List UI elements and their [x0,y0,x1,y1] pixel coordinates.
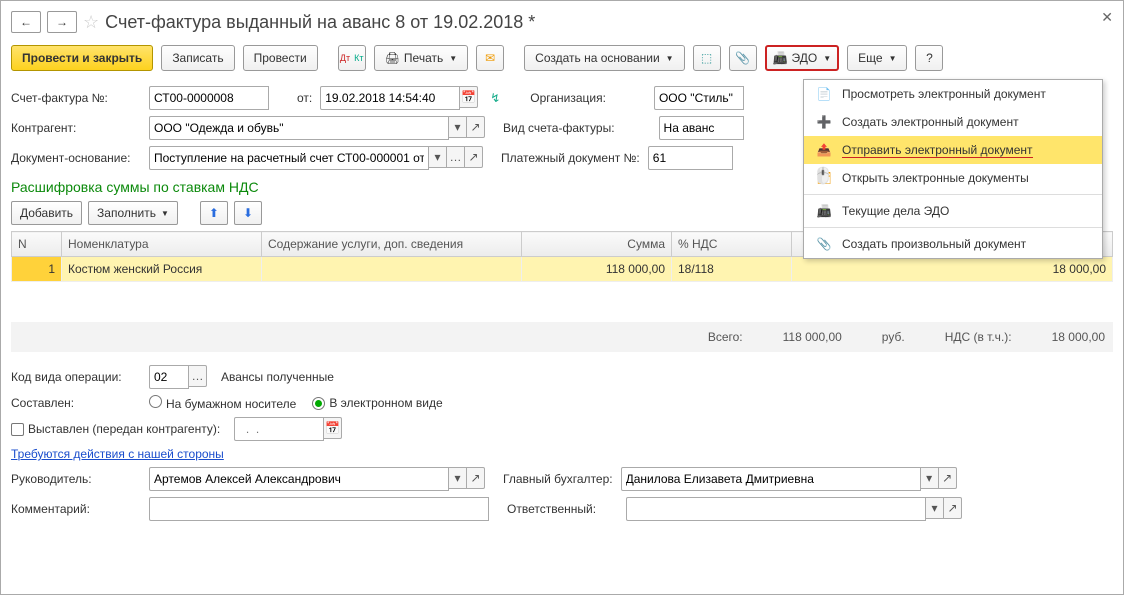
accountant-input[interactable] [626,468,916,490]
paydoc-input[interactable] [653,147,728,169]
post-and-close-button[interactable]: Провести и закрыть [11,45,153,71]
close-window[interactable]: ✕ [1101,9,1113,26]
write-button[interactable]: Записать [161,45,234,71]
attachment-button[interactable]: 📎 [729,45,757,71]
help-button[interactable]: ? [915,45,943,71]
issued-date[interactable] [239,418,319,440]
edo-button[interactable]: 📠ЭДО▼ [765,45,840,71]
email-button[interactable]: ✉ [476,45,504,71]
edo-open-item[interactable]: 🗂Открыть электронные документы [804,164,1102,192]
move-up-button[interactable]: ⬆ [200,201,228,225]
edo-create-item[interactable]: ➕Создать электронный документ [804,108,1102,136]
favorite-icon[interactable]: ☆ [83,12,99,33]
create-on-basis-button[interactable]: Создать на основании▼ [524,45,684,71]
structure-button[interactable]: ⬚ [693,45,721,71]
manager-input[interactable] [154,468,444,490]
debit-credit-button[interactable]: ДтКт [338,45,366,71]
edo-view-item[interactable]: 📄Просмотреть электронный документ [804,80,1102,108]
plus-icon: ➕ [816,114,832,130]
more-button[interactable]: Еще▼ [847,45,907,71]
basis-input[interactable] [154,147,424,169]
document-icon: 📄 [816,86,832,102]
op-code-input[interactable] [154,366,184,388]
date-input[interactable] [325,87,455,109]
responsible-input[interactable] [631,498,921,520]
nav-back[interactable]: ← [11,11,41,33]
post-button[interactable]: Провести [243,45,318,71]
radio-paper[interactable]: На бумажном носителе [149,395,296,411]
radio-electronic[interactable]: В электронном виде [312,396,442,410]
action-required-link[interactable]: Требуются действия с нашей стороны [11,447,224,461]
totals-row: Всего: 118 000,00 руб. НДС (в т.ч.): 18 … [11,322,1113,352]
invoice-no-input[interactable] [154,87,264,109]
print-button[interactable]: 🖨Печать▼ [374,45,468,71]
paperclip-icon: 📎 [816,236,832,252]
comment-input[interactable] [154,498,484,520]
invoice-label: Счет-фактура №: [11,91,141,105]
fill-button[interactable]: Заполнить▼ [88,201,178,225]
counterparty-input[interactable] [154,117,444,139]
invoice-type-input[interactable] [664,117,739,139]
printer-icon: 🖨 [385,51,400,65]
window-title: Счет-фактура выданный на аванс 8 от 19.0… [105,12,535,33]
fax-icon: 📠 [816,203,832,219]
open-button[interactable]: ↗ [467,116,485,138]
edo-current-item[interactable]: 📠Текущие дела ЭДО [804,197,1102,225]
edo-dropdown: 📄Просмотреть электронный документ ➕Созда… [803,79,1103,259]
move-down-button[interactable]: ⬇ [234,201,262,225]
issued-checkbox[interactable]: Выставлен (передан контрагенту): [11,422,220,436]
post-status-icon[interactable]: ↯ [486,87,504,109]
add-row-button[interactable]: Добавить [11,201,82,225]
dropdown-button[interactable]: ▾ [449,116,467,138]
edo-send-item[interactable]: 📤Отправить электронный документ [804,136,1102,164]
edo-custom-item[interactable]: 📎Создать произвольный документ [804,230,1102,258]
paperclip-icon: 📎 [735,51,750,65]
nav-forward[interactable]: → [47,11,77,33]
send-icon: 📤 [816,142,832,158]
fax-icon: 📠 [773,51,788,65]
calendar-button[interactable]: 📅 [460,86,478,108]
mouse-cursor-icon: 🖱️ [813,166,833,186]
table-row[interactable]: 1 Костюм женский Россия 118 000,00 18/11… [12,257,1113,282]
org-input[interactable] [659,87,739,109]
